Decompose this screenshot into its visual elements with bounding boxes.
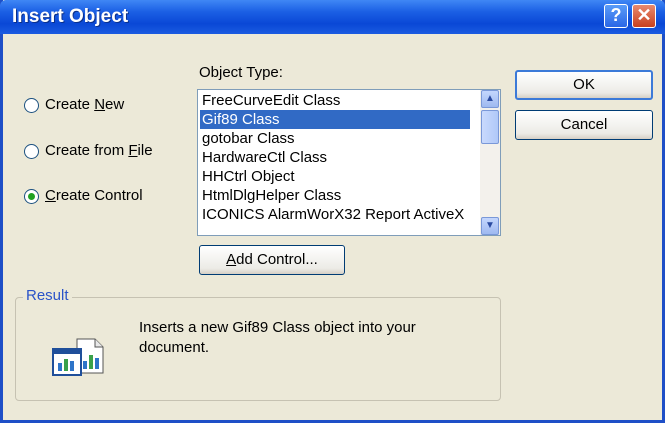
- object-type-label: Object Type:: [199, 64, 283, 81]
- scroll-thumb[interactable]: [481, 110, 499, 144]
- list-item[interactable]: FreeCurveEdit Class: [200, 91, 470, 110]
- list-item-selected[interactable]: Gif89 Class: [200, 110, 470, 129]
- result-label: Result: [23, 287, 72, 304]
- scroll-down-button[interactable]: ▼: [481, 217, 499, 235]
- insert-object-dialog: Insert Object ? ✕ Create New Create from…: [0, 0, 665, 423]
- object-type-listbox[interactable]: FreeCurveEdit Class Gif89 Class gotobar …: [197, 89, 501, 236]
- ok-button[interactable]: OK: [515, 70, 653, 100]
- create-from-file-label[interactable]: Create from File: [45, 142, 153, 159]
- help-button[interactable]: ?: [604, 4, 628, 28]
- create-new-radio[interactable]: [24, 98, 39, 113]
- list-scrollbar[interactable]: ▲ ▼: [480, 90, 500, 235]
- create-control-label[interactable]: Create Control: [45, 187, 143, 204]
- dialog-title: Insert Object: [12, 6, 129, 27]
- title-bar[interactable]: Insert Object ? ✕: [0, 0, 665, 34]
- radio-selected-dot: [28, 193, 35, 200]
- list-item[interactable]: HHCtrl Object: [200, 167, 470, 186]
- question-mark-icon: ?: [610, 5, 622, 25]
- create-new-label[interactable]: Create New: [45, 96, 124, 113]
- result-description: Inserts a new Gif89 Class object into yo…: [139, 319, 416, 356]
- list-item[interactable]: HtmlDlgHelper Class: [200, 186, 470, 205]
- close-button[interactable]: ✕: [632, 4, 656, 28]
- list-item[interactable]: HardwareCtl Class: [200, 148, 470, 167]
- chevron-down-icon: ▼: [485, 220, 495, 231]
- list-item[interactable]: ICONICS AlarmWorX32 Report ActiveX: [200, 205, 470, 224]
- create-control-radio[interactable]: [24, 189, 39, 204]
- chevron-up-icon: ▲: [485, 93, 495, 104]
- cancel-button[interactable]: Cancel: [515, 110, 653, 140]
- close-icon: ✕: [636, 5, 652, 25]
- add-control-button[interactable]: Add Control...: [199, 245, 345, 275]
- insert-object-icon: [52, 338, 104, 376]
- scroll-up-button[interactable]: ▲: [481, 90, 499, 108]
- create-from-file-radio[interactable]: [24, 144, 39, 159]
- list-item[interactable]: gotobar Class: [200, 129, 470, 148]
